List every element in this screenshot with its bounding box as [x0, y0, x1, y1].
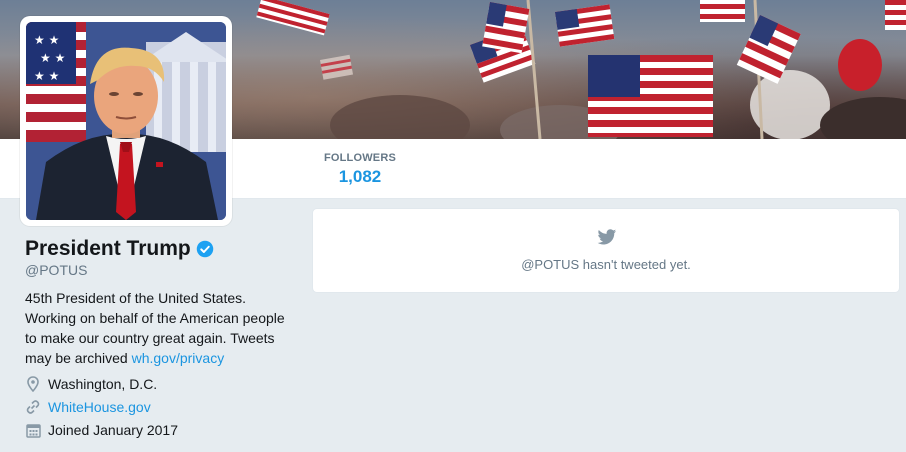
svg-text:★ ★: ★ ★: [40, 51, 65, 65]
empty-timeline-message: @POTUS hasn't tweeted yet.: [521, 257, 691, 272]
bio-link[interactable]: wh.gov/privacy: [132, 350, 225, 366]
portrait-illustration: ★ ★ ★ ★ ★ ★: [26, 22, 226, 220]
location-text: Washington, D.C.: [48, 376, 158, 392]
joined-text: Joined January 2017: [48, 422, 178, 438]
twitter-bird-icon: [597, 229, 617, 245]
followers-label: FOLLOWERS: [323, 152, 397, 164]
profile-name-row: President Trump: [25, 237, 214, 261]
website-link[interactable]: WhiteHouse.gov: [48, 399, 151, 415]
svg-text:★ ★: ★ ★: [34, 33, 59, 47]
verified-badge-icon: [196, 240, 213, 258]
link-icon: [25, 399, 41, 415]
followers-count: 1,082: [338, 167, 382, 186]
profile-name[interactable]: President Trump: [25, 237, 191, 261]
profile-website: WhiteHouse.gov: [25, 399, 151, 415]
profile-joined: Joined January 2017: [25, 422, 178, 438]
profile-bio: 45th President of the United States. Wor…: [25, 288, 295, 368]
avatar-photo: ★ ★ ★ ★ ★ ★: [26, 22, 226, 220]
profile-location: Washington, D.C.: [25, 376, 157, 392]
followers-stat[interactable]: FOLLOWERS 1,082: [312, 152, 408, 187]
svg-text:★ ★: ★ ★: [34, 69, 59, 83]
location-pin-icon: [25, 376, 41, 392]
avatar[interactable]: ★ ★ ★ ★ ★ ★: [20, 16, 232, 226]
timeline-empty-state: @POTUS hasn't tweeted yet.: [312, 208, 900, 293]
calendar-icon: [25, 422, 41, 438]
profile-handle[interactable]: @POTUS: [25, 262, 87, 278]
